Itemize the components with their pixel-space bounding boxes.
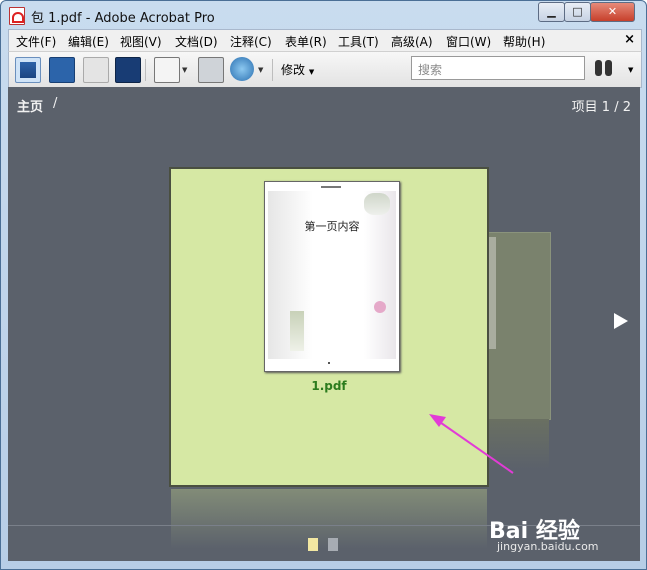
toolbar-divider <box>272 59 273 81</box>
menu-help[interactable]: 帮助(H) <box>503 33 545 50</box>
title-bar: 包 1.pdf - Adobe Acrobat Pro ▁ □ ✕ <box>1 1 646 29</box>
menu-edit[interactable]: 编辑(E) <box>68 33 109 50</box>
maximize-button[interactable]: □ <box>564 2 591 22</box>
window-title: 包 1.pdf - Adobe Acrobat Pro <box>31 11 215 26</box>
menu-file[interactable]: 文件(F) <box>16 33 56 50</box>
menu-advanced[interactable]: 高级(A) <box>391 33 433 50</box>
menu-close-icon[interactable]: × <box>624 32 635 47</box>
app-window: 包 1.pdf - Adobe Acrobat Pro ▁ □ ✕ 文件(F) … <box>0 0 647 570</box>
search-dropdown-icon[interactable]: ▼ <box>628 66 633 74</box>
baidu-watermark: Bai 经验 jingyan.baidu.com <box>489 513 639 557</box>
page-indicator-icon[interactable] <box>328 538 338 551</box>
menu-tools[interactable]: 工具(T) <box>338 33 379 50</box>
close-button[interactable]: ✕ <box>590 2 635 22</box>
menu-window[interactable]: 窗口(W) <box>446 33 491 50</box>
binoculars-icon[interactable] <box>595 60 613 76</box>
menu-document[interactable]: 文档(D) <box>175 33 218 50</box>
portfolio-panel: 主页 / 项目 1 / 2 第一页内容 1.pdf <box>8 87 640 561</box>
page-view-icon[interactable] <box>83 57 109 83</box>
toolbar-divider <box>145 59 146 81</box>
toolbar: ▼ ▼ 修改 ▼ 搜索 ▼ <box>8 51 642 88</box>
search-input[interactable]: 搜索 <box>411 56 585 80</box>
share-globe-icon[interactable] <box>230 57 254 81</box>
edit-dropdown-icon: ▼ <box>308 68 315 76</box>
save-icon[interactable] <box>154 57 180 83</box>
menu-view[interactable]: 视图(V) <box>120 33 162 50</box>
home-icon[interactable] <box>15 57 41 83</box>
print-icon[interactable] <box>198 57 224 83</box>
watermark-url: jingyan.baidu.com <box>497 540 599 553</box>
menu-forms[interactable]: 表单(R) <box>285 33 327 50</box>
minimize-button[interactable]: ▁ <box>538 2 565 22</box>
pdf-app-icon <box>9 7 25 25</box>
menu-comments[interactable]: 注释(C) <box>230 33 272 50</box>
list-view-icon[interactable] <box>49 57 75 83</box>
edit-label: 修改 <box>281 63 306 77</box>
save-dropdown-icon[interactable]: ▼ <box>182 66 187 74</box>
filmstrip-view-icon[interactable] <box>115 57 141 83</box>
edit-menu-button[interactable]: 修改 ▼ <box>281 61 314 78</box>
share-dropdown-icon[interactable]: ▼ <box>258 66 263 74</box>
current-page-indicator-icon[interactable] <box>308 538 318 551</box>
menu-bar: 文件(F) 编辑(E) 视图(V) 文档(D) 注释(C) 表单(R) 工具(T… <box>8 29 642 51</box>
annotation-arrow <box>429 414 514 474</box>
